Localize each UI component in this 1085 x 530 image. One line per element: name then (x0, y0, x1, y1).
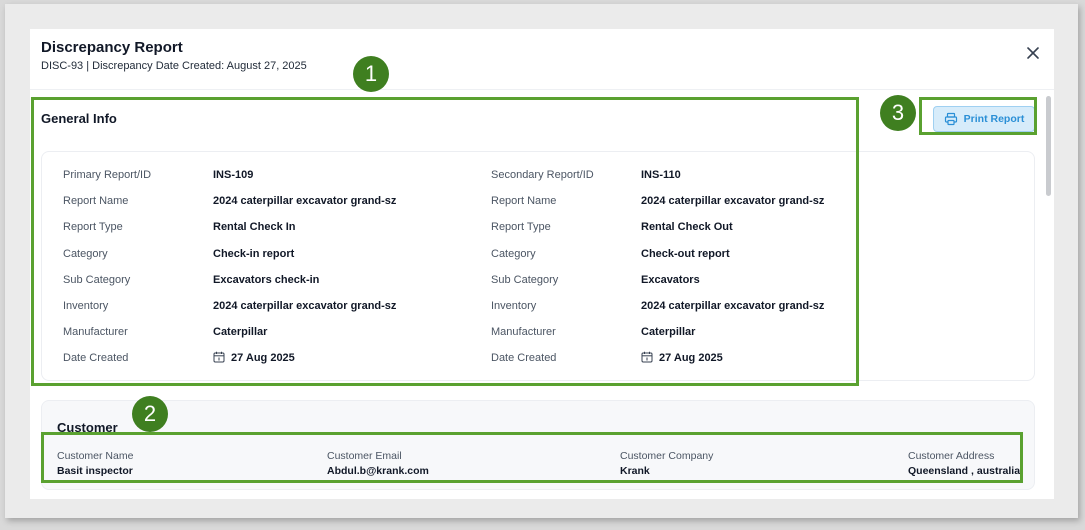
info-label: Sub Category (491, 273, 559, 286)
primary-report-column: Primary Report/ID INS-109 Report Name 2024… (63, 162, 396, 372)
info-row: Inventory 2024 caterpillar excavator gran… (491, 293, 824, 319)
info-label: Report Type (63, 221, 123, 234)
info-row: Report Type Rental Check In (63, 214, 396, 240)
date-value: 27 Aug 2025 (213, 351, 295, 366)
date-text: 27 Aug 2025 (231, 352, 295, 365)
info-value: Caterpillar (641, 326, 696, 339)
customer-email-label: Customer Email (327, 450, 402, 462)
info-value: 2024 caterpillar excavator grand-sz (213, 300, 397, 313)
customer-company-value: Krank (620, 465, 650, 477)
secondary-report-column: Secondary Report/ID INS-110 Report Name 20… (491, 162, 824, 372)
info-label: Primary Report/ID (63, 169, 152, 182)
info-label: Report Name (63, 195, 129, 208)
customer-company-label: Customer Company (620, 450, 714, 462)
customer-email-value: Abdul.b@krank.com (327, 465, 429, 477)
info-row: Sub Category Excavators (491, 267, 824, 293)
info-value: INS-109 (213, 169, 254, 182)
info-row: Inventory 2024 caterpillar excavator gran… (63, 293, 396, 319)
customer-address-label: Customer Address (908, 450, 995, 462)
info-label: Manufacturer (491, 326, 556, 339)
customer-address-value: Queensland , australia (908, 465, 1021, 477)
info-value: Check-out report (641, 247, 730, 260)
calendar-icon (213, 351, 225, 366)
info-row: Manufacturer Caterpillar (491, 319, 824, 345)
modal-subtitle: DISC-93 | Discrepancy Date Created: Augu… (41, 60, 307, 72)
annotation-badge-1: 1 (353, 56, 389, 92)
screenshot-frame: Discrepancy Report DISC-93 | Discrepancy… (5, 4, 1078, 518)
info-row: Date Created 27 Aug 2025 (491, 345, 824, 371)
print-report-button[interactable]: Print Report (933, 106, 1035, 132)
info-value: INS-110 (641, 169, 681, 182)
printer-icon (944, 112, 958, 126)
header-divider (30, 89, 1054, 90)
info-row: Manufacturer Caterpillar (63, 319, 396, 345)
info-value: 2024 caterpillar excavator grand-sz (641, 300, 825, 313)
info-label: Report Name (491, 195, 557, 208)
info-row: Category Check-in report (63, 241, 396, 267)
close-icon[interactable] (1024, 44, 1042, 62)
info-row: Report Name 2024 caterpillar excavator gr… (63, 188, 396, 214)
info-label: Manufacturer (63, 326, 128, 339)
info-value: Rental Check In (213, 221, 296, 234)
annotation-badge-2: 2 (132, 396, 168, 432)
info-row: Report Name 2024 caterpillar excavator gr… (491, 188, 824, 214)
calendar-icon (641, 351, 653, 366)
info-value: Caterpillar (213, 326, 268, 339)
info-row: Category Check-out report (491, 241, 824, 267)
general-info-card: Primary Report/ID INS-109 Report Name 2024… (41, 151, 1035, 381)
info-label: Report Type (491, 221, 551, 234)
customer-address-field: Customer Address Queensland , australia (908, 450, 1020, 477)
customer-name-value: Basit inspector (57, 465, 133, 477)
info-label: Inventory (63, 300, 109, 313)
info-row: Primary Report/ID INS-109 (63, 162, 396, 188)
customer-name-field: Customer Name Basit inspector (57, 450, 133, 477)
customer-name-label: Customer Name (57, 450, 134, 462)
general-info-title: General Info (41, 111, 117, 126)
info-label: Category (491, 247, 536, 260)
info-label: Inventory (491, 300, 537, 313)
info-value: Excavators check-in (213, 273, 320, 286)
info-row: Sub Category Excavators check-in (63, 267, 396, 293)
modal-title: Discrepancy Report (41, 39, 183, 56)
customer-email-field: Customer Email Abdul.b@krank.com (327, 450, 429, 477)
info-row: Secondary Report/ID INS-110 (491, 162, 824, 188)
info-label: Secondary Report/ID (491, 169, 594, 182)
customer-company-field: Customer Company Krank (620, 450, 713, 477)
info-label: Sub Category (63, 273, 131, 286)
info-label: Category (63, 247, 108, 260)
date-value: 27 Aug 2025 (641, 351, 723, 366)
info-label: Date Created (63, 352, 129, 365)
customer-card: Customer Customer Name Basit inspector C… (41, 400, 1035, 490)
date-text: 27 Aug 2025 (659, 352, 723, 365)
scrollbar-thumb[interactable] (1046, 96, 1051, 196)
annotation-badge-3: 3 (880, 95, 916, 131)
info-value: Check-in report (213, 247, 295, 260)
info-value: 2024 caterpillar excavator grand-sz (641, 195, 825, 208)
print-report-label: Print Report (963, 113, 1025, 125)
info-value: Rental Check Out (641, 221, 733, 234)
info-value: 2024 caterpillar excavator grand-sz (213, 195, 397, 208)
info-row: Date Created 27 Aug 2025 (63, 345, 396, 371)
customer-title: Customer (57, 420, 118, 435)
info-row: Report Type Rental Check Out (491, 214, 824, 240)
info-label: Date Created (491, 352, 557, 365)
info-value: Excavators (641, 273, 700, 286)
